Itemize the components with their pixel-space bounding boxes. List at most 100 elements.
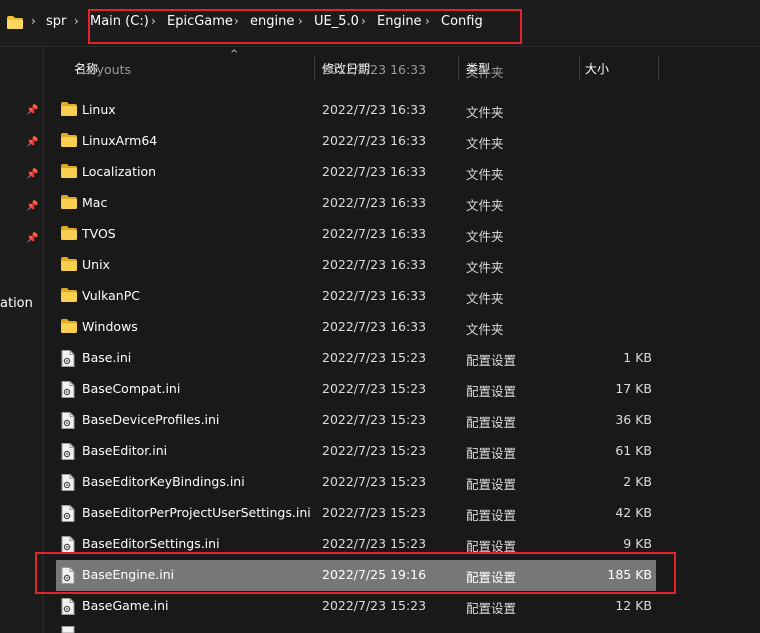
file-size: 1 KB	[623, 350, 652, 365]
list-item[interactable]: BaseEditor.ini 2022/7/23 15:23 配置设置 61 K…	[56, 436, 656, 467]
config-file-icon	[61, 443, 75, 460]
list-item[interactable]: Localization 2022/7/23 16:33 文件夹	[56, 157, 656, 188]
file-size: 9 KB	[623, 536, 652, 551]
list-item[interactable]: VulkanPC 2022/7/23 16:33 文件夹	[56, 281, 656, 312]
folder-icon	[61, 226, 77, 240]
folder-icon	[61, 257, 77, 271]
file-size: 17 KB	[615, 381, 652, 396]
file-size: 12 KB	[615, 598, 652, 613]
file-size: 61 KB	[615, 443, 652, 458]
config-file-icon	[61, 626, 75, 633]
folder-icon	[7, 16, 23, 29]
file-type: 配置设置	[466, 384, 517, 399]
file-name: VulkanPC	[82, 288, 140, 303]
chevron-right-icon: ›	[31, 14, 36, 28]
file-type: 配置设置	[466, 353, 517, 368]
config-file-icon	[61, 505, 75, 522]
folder-icon	[61, 164, 77, 178]
pin-icon[interactable]: 📌	[26, 105, 38, 116]
file-type: 文件夹	[466, 322, 504, 337]
chevron-right-icon: ›	[74, 14, 79, 28]
file-name: BaseCompat.ini	[82, 381, 181, 396]
list-item-partial[interactable]: Layouts 2022/7/23 16:33 文件夹	[56, 64, 656, 80]
file-name: BaseEditor.ini	[82, 443, 168, 458]
list-item[interactable]: Unix 2022/7/23 16:33 文件夹	[56, 250, 656, 281]
pin-icon[interactable]: 📌	[26, 169, 38, 180]
list-item[interactable]: BaseGame.ini 2022/7/23 15:23 配置设置 12 KB	[56, 591, 656, 622]
list-item[interactable]: BaseCompat.ini 2022/7/23 15:23 配置设置 17 K…	[56, 374, 656, 405]
pin-icon[interactable]: 📌	[26, 137, 38, 148]
list-item[interactable]: Mac 2022/7/23 16:33 文件夹	[56, 188, 656, 219]
file-date: 2022/7/23 15:23	[322, 443, 427, 458]
file-name: BaseDeviceProfiles.ini	[82, 412, 220, 427]
file-size: 2 KB	[623, 474, 652, 489]
file-date: 2022/7/23 15:23	[322, 381, 427, 396]
file-type: 文件夹	[466, 291, 504, 306]
file-name: Base.ini	[82, 350, 132, 365]
file-type: 文件夹	[466, 65, 504, 80]
folder-icon	[61, 195, 77, 209]
nav-item-label[interactable]: ation	[0, 296, 33, 311]
config-file-icon	[61, 381, 75, 398]
navigation-pane[interactable]: 📌 📌 📌 📌 📌 ation	[0, 47, 44, 633]
file-name: Windows	[82, 319, 138, 334]
file-date: 2022/7/23 16:33	[322, 102, 427, 117]
file-type: 文件夹	[466, 136, 504, 151]
breadcrumb-highlight-box	[88, 9, 522, 44]
file-date: 2022/7/23 15:23	[322, 474, 427, 489]
list-item[interactable]: BaseEditorKeyBindings.ini 2022/7/23 15:2…	[56, 467, 656, 498]
list-item[interactable]: Windows 2022/7/23 16:33 文件夹	[56, 312, 656, 343]
file-date: 2022/7/23 15:23	[322, 536, 427, 551]
file-type: 文件夹	[466, 229, 504, 244]
list-item[interactable]: Base.ini 2022/7/23 15:23 配置设置 1 KB	[56, 343, 656, 374]
pin-icon[interactable]: 📌	[26, 233, 38, 244]
folder-icon	[61, 288, 77, 302]
file-name: Unix	[82, 257, 110, 272]
file-date: 2022/7/23 15:23	[322, 350, 427, 365]
config-file-icon	[61, 412, 75, 429]
file-type: 文件夹	[466, 198, 504, 213]
config-file-icon	[61, 350, 75, 367]
file-name: Localization	[82, 164, 157, 179]
file-date: 2022/7/23 15:23	[322, 505, 427, 520]
file-size: 36 KB	[615, 412, 652, 427]
breadcrumb-spr[interactable]: spr	[46, 14, 66, 29]
file-date: 2022/7/23 16:33	[322, 133, 427, 148]
file-type: 配置设置	[466, 477, 517, 492]
file-date: 2022/7/23 16:33	[322, 195, 427, 210]
list-item[interactable]: LinuxArm64 2022/7/23 16:33 文件夹	[56, 126, 656, 157]
file-name: Mac	[82, 195, 108, 210]
file-type: 文件夹	[466, 260, 504, 275]
file-date: 2022/7/23 16:33	[322, 226, 427, 241]
file-type: 文件夹	[466, 167, 504, 182]
config-file-icon	[61, 598, 75, 615]
file-name: Layouts	[82, 64, 132, 77]
column-divider[interactable]	[658, 55, 659, 81]
file-date: 2022/7/23 15:23	[322, 598, 427, 613]
file-type: 文件夹	[466, 105, 504, 120]
file-type: 配置设置	[466, 446, 517, 461]
folder-icon	[61, 319, 77, 333]
config-file-icon	[61, 474, 75, 491]
file-type: 配置设置	[466, 508, 517, 523]
file-name: BaseEditorPerProjectUserSettings.ini	[82, 505, 311, 520]
sort-ascending-icon: ^	[230, 49, 239, 60]
file-name: BaseEditorKeyBindings.ini	[82, 474, 245, 489]
pin-icon[interactable]: 📌	[26, 201, 38, 212]
file-name: BaseGame.ini	[82, 598, 169, 613]
list-item[interactable]: BaseEditorPerProjectUserSettings.ini 202…	[56, 498, 656, 529]
folder-icon	[61, 102, 77, 116]
file-name: Linux	[82, 102, 116, 117]
file-name: LinuxArm64	[82, 133, 158, 148]
list-item[interactable]: TVOS 2022/7/23 16:33 文件夹	[56, 219, 656, 250]
selected-row-highlight-box	[35, 552, 676, 594]
file-name: BaseEditorSettings.ini	[82, 536, 220, 551]
file-date: 2022/7/23 16:33	[322, 257, 427, 272]
file-date: 2022/7/23 16:33	[322, 164, 427, 179]
list-item[interactable]: BaseDeviceProfiles.ini 2022/7/23 15:23 配…	[56, 405, 656, 436]
list-item[interactable]: Linux 2022/7/23 16:33 文件夹	[56, 95, 656, 126]
config-file-icon	[61, 536, 75, 553]
file-date: 2022/7/23 16:33	[322, 288, 427, 303]
file-date: 2022/7/23 15:23	[322, 412, 427, 427]
file-size: 42 KB	[615, 505, 652, 520]
